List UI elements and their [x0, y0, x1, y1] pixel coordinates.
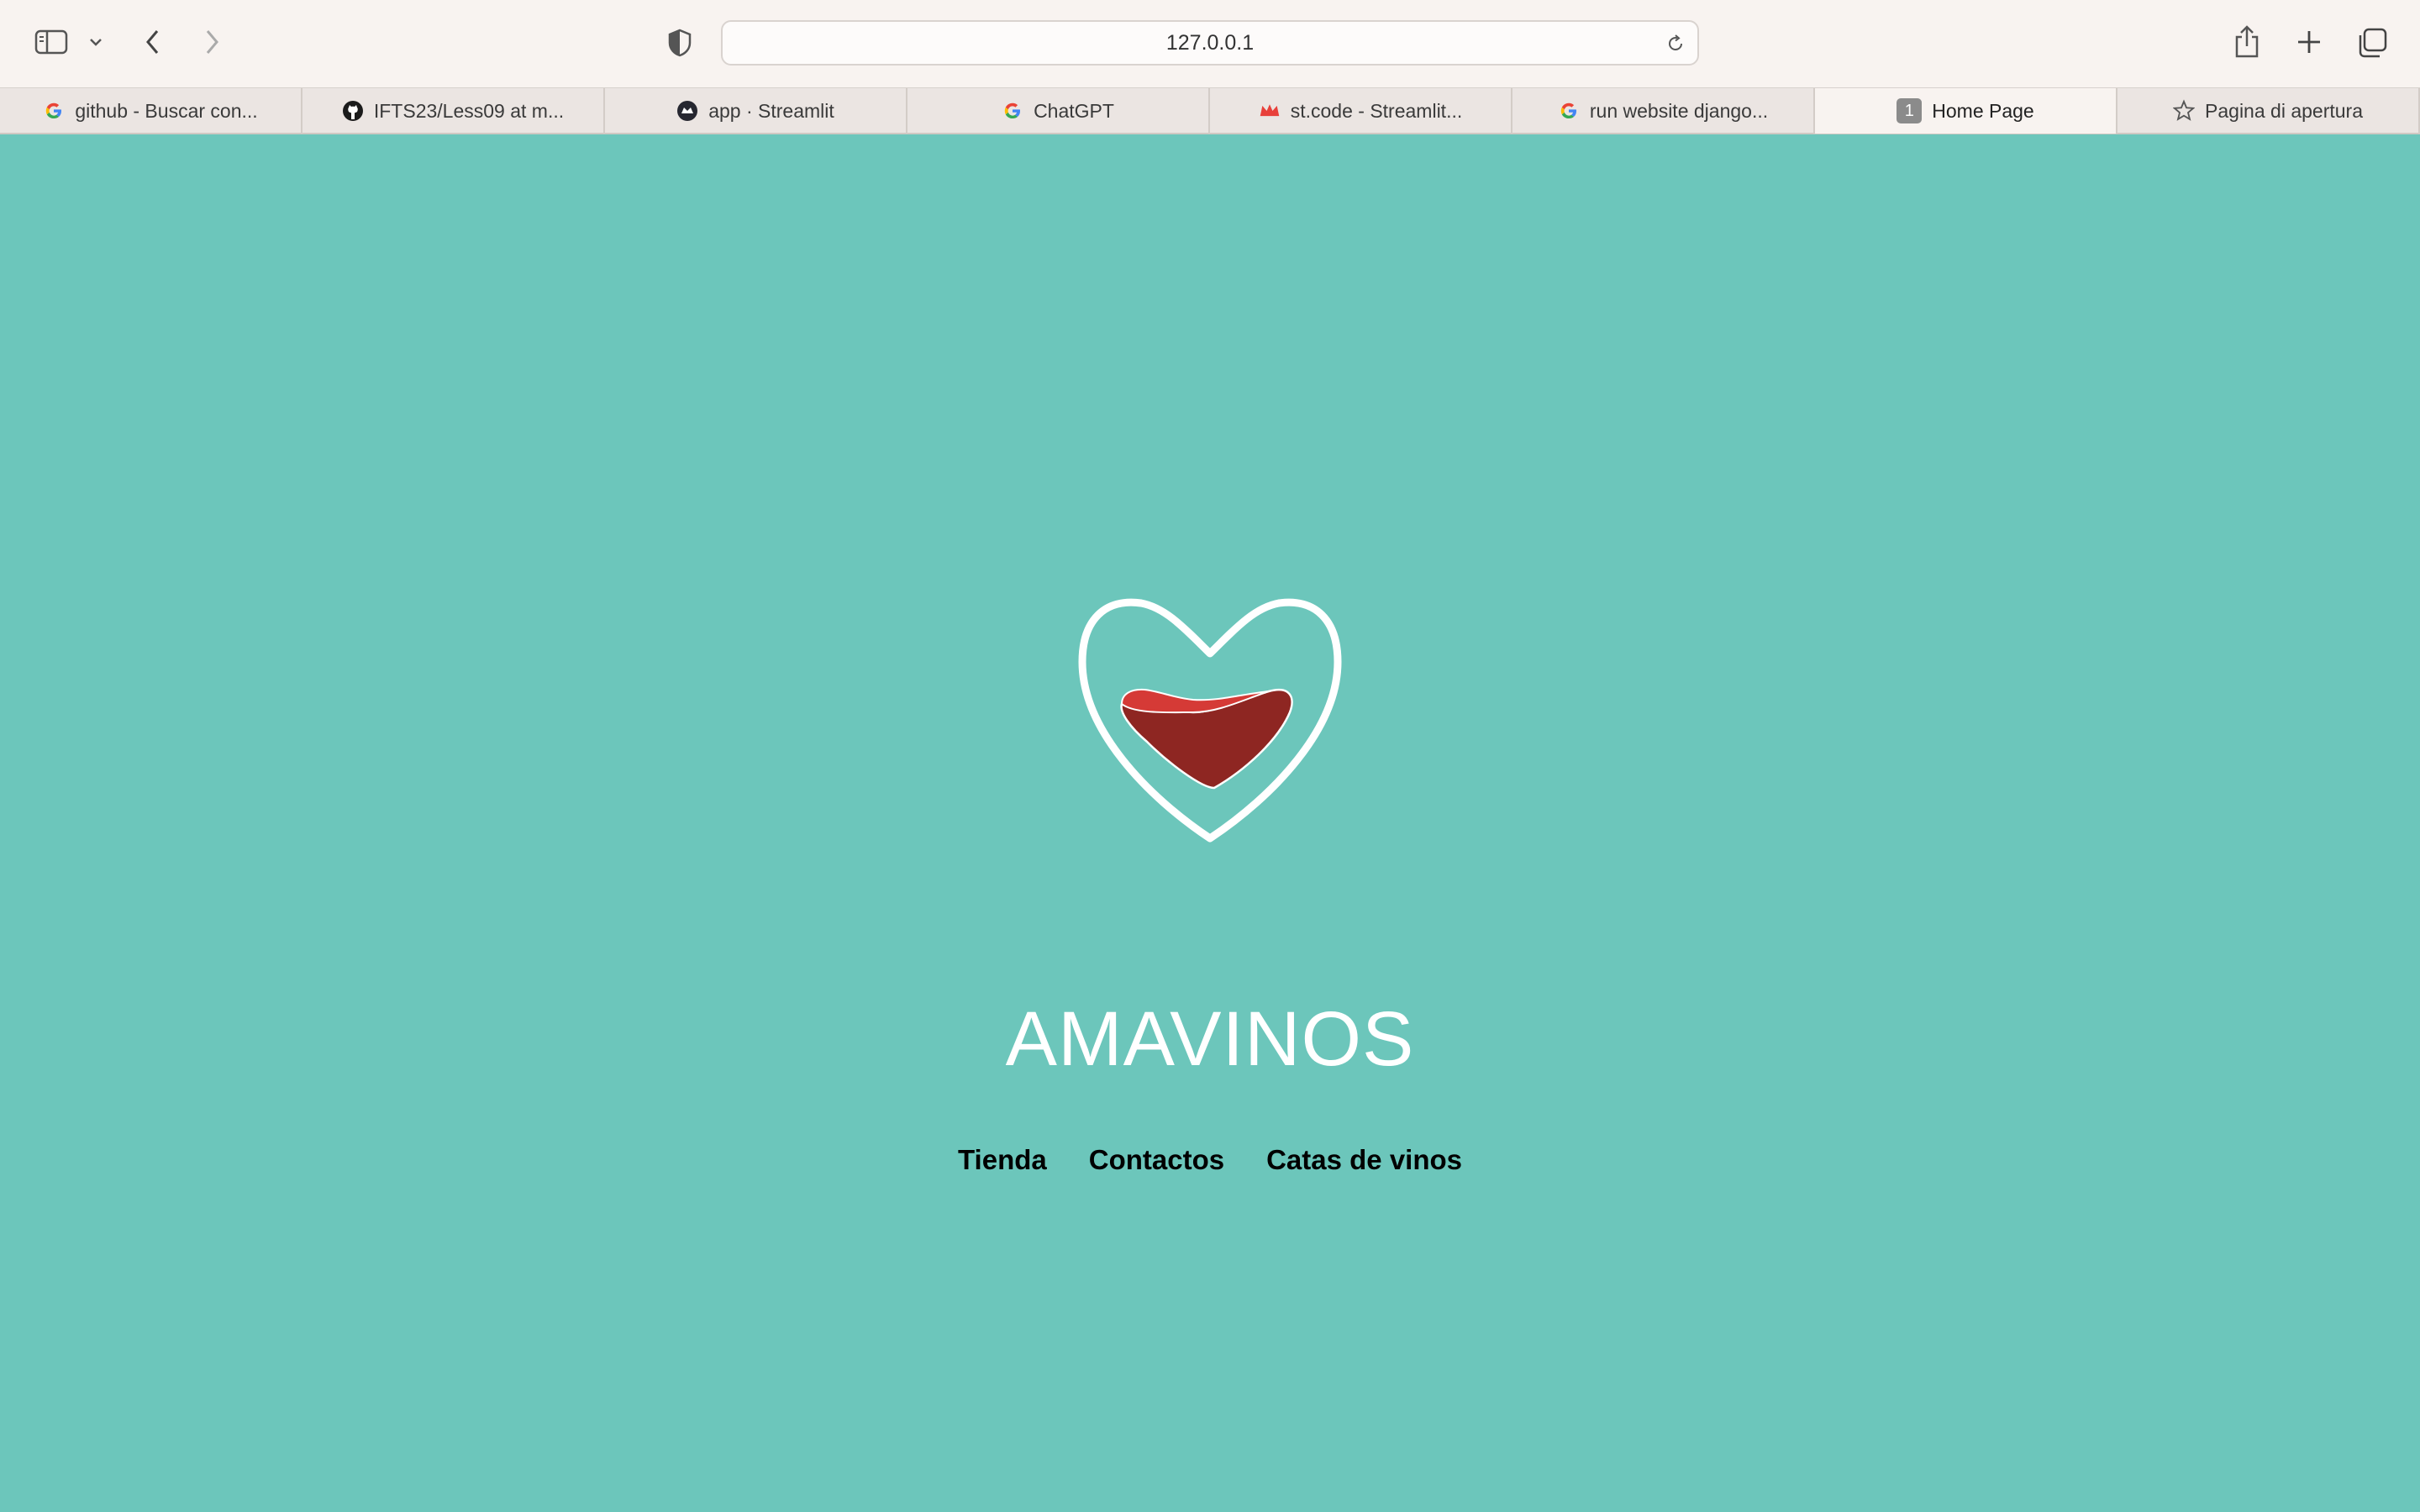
- tab-github-search[interactable]: github - Buscar con...: [0, 88, 302, 134]
- url-text[interactable]: 127.0.0.1: [723, 22, 1697, 64]
- new-tab-icon[interactable]: [2292, 25, 2326, 59]
- browser-toolbar: 127.0.0.1: [0, 0, 2420, 87]
- tab-label: IFTS23/Less09 at m...: [373, 99, 565, 122]
- tab-label: ChatGPT: [1034, 99, 1114, 122]
- page-content: AMAVINOS Tienda Contactos Catas de vinos: [0, 134, 2420, 1512]
- streamlit-icon: [676, 100, 698, 122]
- tab-ifts23-github[interactable]: IFTS23/Less09 at m...: [302, 88, 605, 134]
- google-icon: [43, 100, 65, 122]
- tab-bar: github - Buscar con... IFTS23/Less09 at …: [0, 87, 2420, 134]
- heart-wine-glass-icon: [1078, 598, 1342, 843]
- star-icon: [2173, 99, 2196, 122]
- sidebar-toggle-icon[interactable]: [30, 25, 72, 59]
- tab-label: Pagina di apertura: [2205, 99, 2363, 122]
- tab-app-streamlit[interactable]: app · Streamlit: [605, 88, 908, 134]
- privacy-shield-icon[interactable]: [664, 27, 696, 59]
- tab-chatgpt[interactable]: ChatGPT: [908, 88, 1210, 134]
- google-icon: [1002, 100, 1023, 122]
- forward-icon[interactable]: [197, 25, 227, 59]
- nav-link-tienda[interactable]: Tienda: [958, 1144, 1047, 1176]
- nav-link-contactos[interactable]: Contactos: [1089, 1144, 1224, 1176]
- nav-link-catas-de-vinos[interactable]: Catas de vinos: [1266, 1144, 1462, 1176]
- tab-label: app · Streamlit: [708, 99, 834, 122]
- back-icon[interactable]: [138, 25, 168, 59]
- chevron-down-icon[interactable]: [84, 30, 108, 54]
- tab-overview-icon[interactable]: [2354, 25, 2390, 60]
- tab-st-code-streamlit[interactable]: st.code - Streamlit...: [1210, 88, 1512, 134]
- address-bar[interactable]: 127.0.0.1: [721, 20, 1699, 66]
- tab-number-badge: 1: [1897, 98, 1923, 123]
- tab-label: run website django...: [1589, 99, 1769, 122]
- reload-icon[interactable]: [1664, 32, 1687, 55]
- brand-title: AMAVINOS: [1005, 996, 1415, 1082]
- tab-run-website-django[interactable]: run website django...: [1512, 88, 1815, 134]
- tab-label: Home Page: [1932, 99, 2034, 122]
- github-icon: [342, 100, 364, 122]
- google-icon: [1558, 100, 1580, 122]
- main-nav: Tienda Contactos Catas de vinos: [0, 1144, 2420, 1176]
- tab-label: st.code - Streamlit...: [1290, 99, 1463, 122]
- tab-home-page[interactable]: 1 Home Page: [1815, 88, 2118, 134]
- share-icon[interactable]: [2230, 24, 2264, 60]
- tab-pagina-di-apertura[interactable]: Pagina di apertura: [2118, 88, 2420, 134]
- tab-label: github - Buscar con...: [75, 99, 258, 122]
- streamlit-crown-icon: [1259, 100, 1281, 122]
